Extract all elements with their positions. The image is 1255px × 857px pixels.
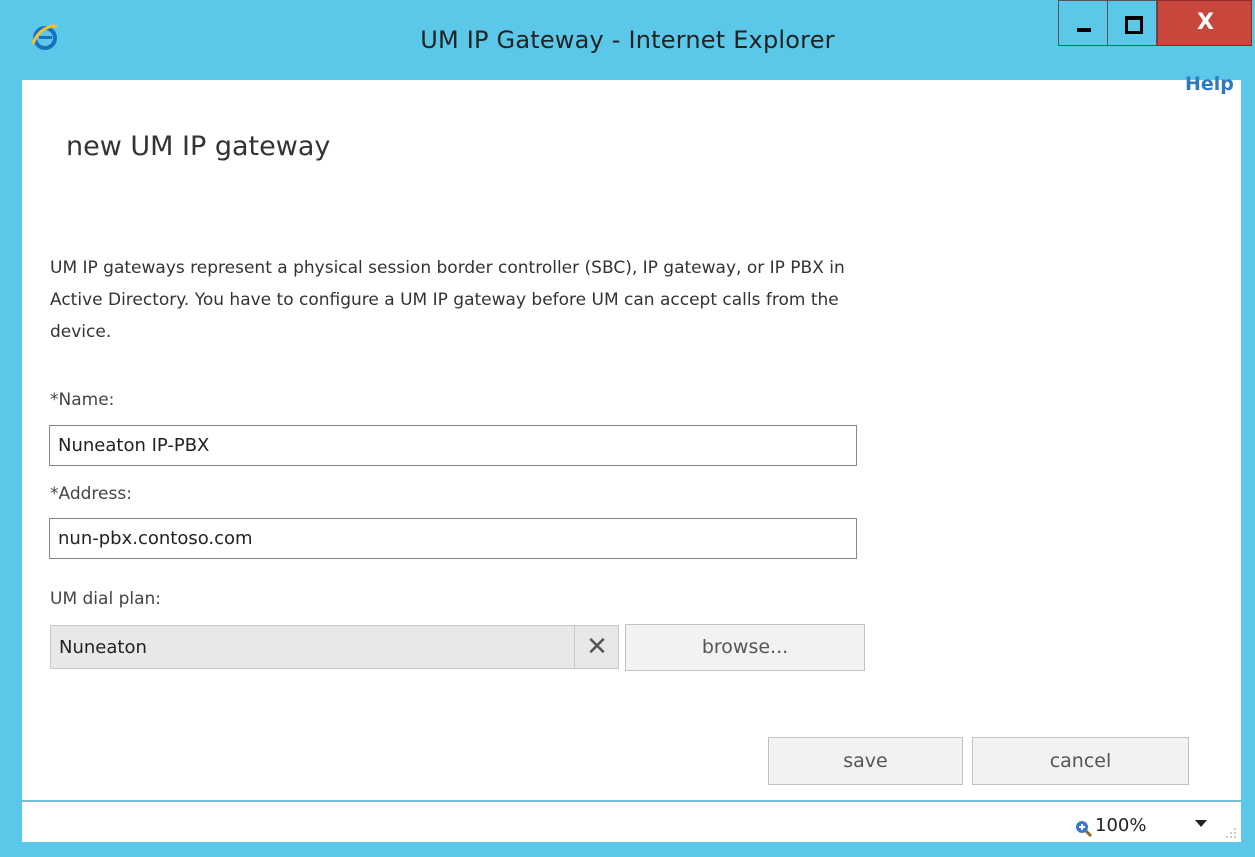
name-label: *Name: <box>50 390 115 410</box>
dial-plan-label: UM dial plan: <box>50 589 162 609</box>
help-link[interactable]: Help <box>1185 73 1234 95</box>
cancel-button[interactable]: cancel <box>972 737 1189 785</box>
status-bar <box>22 801 1241 842</box>
zoom-dropdown-icon[interactable] <box>1195 820 1207 827</box>
close-button[interactable]: X <box>1157 0 1252 46</box>
title-bar[interactable]: UM IP Gateway - Internet Explorer X <box>0 0 1255 80</box>
clear-icon[interactable]: ✕ <box>574 626 619 668</box>
browse-button[interactable]: browse... <box>625 624 865 671</box>
resize-grip-icon[interactable] <box>1225 827 1237 839</box>
maximize-button[interactable] <box>1107 0 1157 46</box>
save-button[interactable]: save <box>768 737 963 785</box>
zoom-icon[interactable] <box>1075 820 1093 838</box>
minimize-button[interactable] <box>1058 0 1108 46</box>
address-label: *Address: <box>50 484 132 504</box>
name-input[interactable] <box>49 425 857 466</box>
close-icon: X <box>1197 10 1214 35</box>
help-link-label: Help <box>1185 73 1234 95</box>
dial-plan-field: Nuneaton ✕ <box>50 625 619 669</box>
ie-window: UM IP Gateway - Internet Explorer X Help… <box>0 0 1255 857</box>
form-description: UM IP gateways represent a physical sess… <box>50 258 845 342</box>
maximize-icon <box>1125 16 1143 34</box>
page-title: new UM IP gateway <box>66 131 331 162</box>
dial-plan-value: Nuneaton <box>59 637 147 658</box>
minimize-icon <box>1077 28 1091 32</box>
zoom-level[interactable]: 100% <box>1095 815 1146 836</box>
address-input[interactable] <box>49 518 857 559</box>
